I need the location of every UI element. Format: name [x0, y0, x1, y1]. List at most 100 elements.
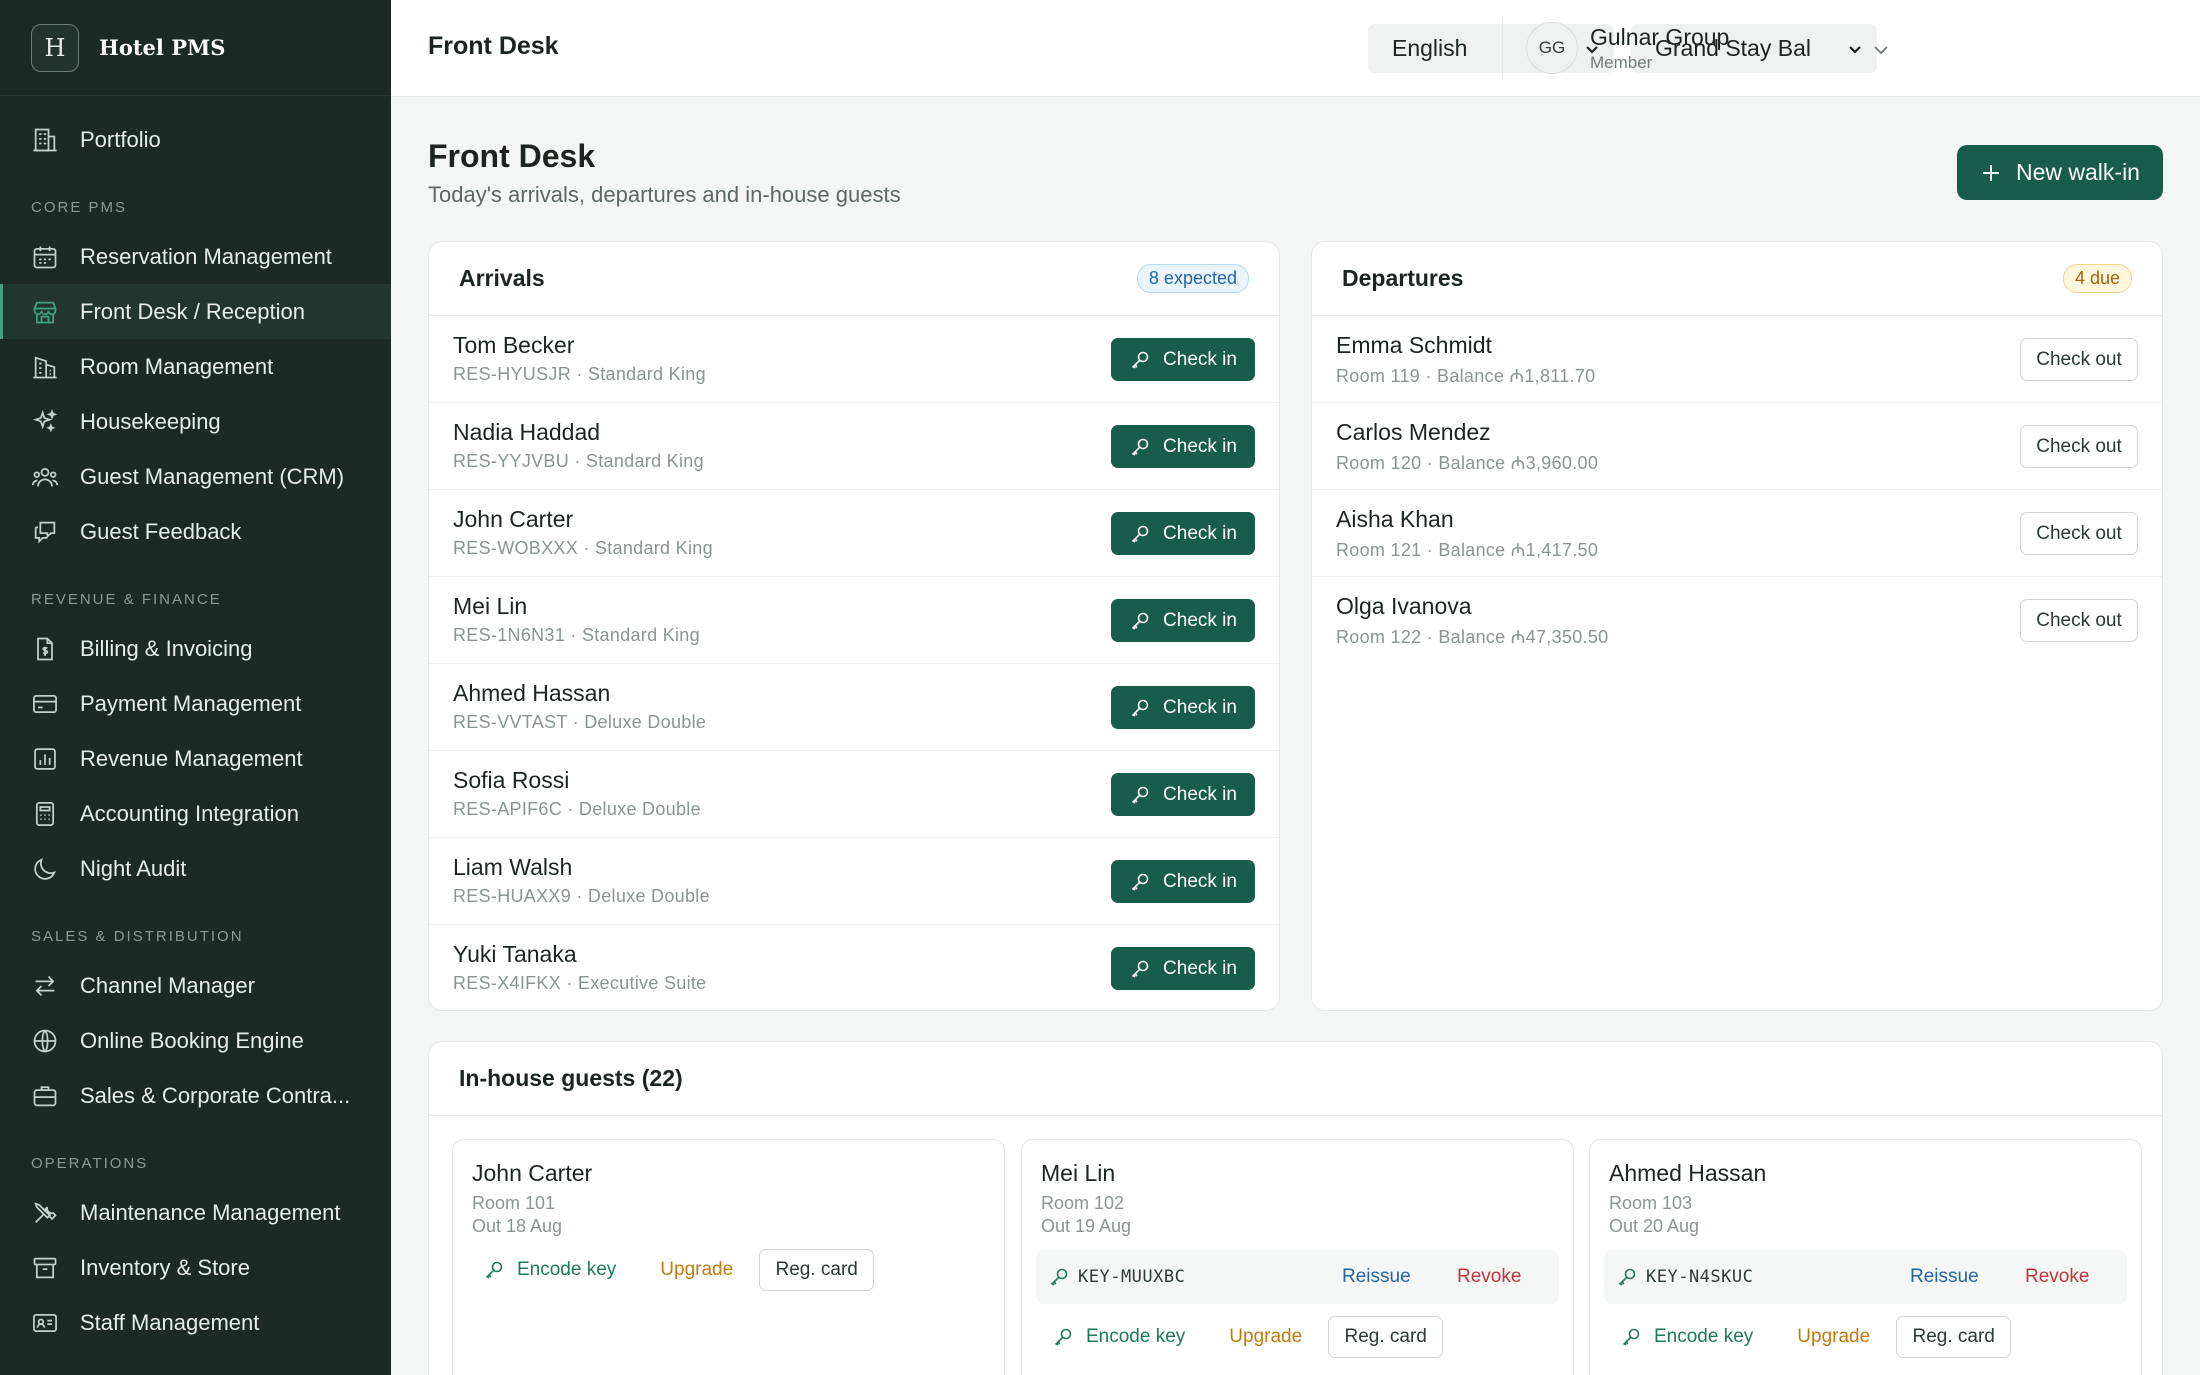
upgrade-button[interactable]: Upgrade: [632, 1259, 759, 1281]
nav-section-operations: OPERATIONS: [31, 1155, 149, 1172]
sidebar-item-label: Revenue Management: [80, 745, 303, 771]
check-in-label: Check in: [1163, 957, 1237, 979]
sidebar-item-portfolio[interactable]: Portfolio: [0, 112, 391, 167]
guest-name: Nadia Haddad: [453, 419, 601, 445]
language-select-value: English: [1392, 35, 1468, 61]
revoke-button[interactable]: Revoke: [1457, 1266, 1521, 1288]
departures-title: Departures: [1342, 265, 1464, 291]
sidebar-item-payment[interactable]: Payment Management: [0, 676, 391, 731]
reservation-detail: RES-1N6N31 · Standard King: [453, 625, 700, 645]
brand-logo: H: [31, 23, 79, 72]
sidebar-item-feedback[interactable]: Guest Feedback: [0, 504, 391, 559]
sidebar-item-nightaudit[interactable]: Night Audit: [0, 841, 391, 896]
revoke-button[interactable]: Revoke: [2025, 1266, 2089, 1288]
sidebar-item-label: Front Desk / Reception: [80, 298, 305, 324]
check-out-button[interactable]: Check out: [2020, 425, 2138, 468]
sidebar-item-reservation[interactable]: Reservation Management: [0, 229, 391, 284]
sidebar-item-frontdesk[interactable]: Front Desk / Reception: [0, 284, 391, 339]
avatar[interactable]: GG: [1526, 22, 1578, 74]
sidebar-item-booking[interactable]: Online Booking Engine: [0, 1013, 391, 1068]
arrival-row: Liam Walsh RES-HUAXX9 · Deluxe Double Ch…: [429, 838, 1279, 925]
sidebar-item-maintenance[interactable]: Maintenance Management: [0, 1185, 391, 1240]
key-icon: [1054, 1328, 1072, 1346]
check-in-button[interactable]: Check in: [1111, 599, 1255, 642]
sidebar-item-staff[interactable]: Staff Management: [0, 1295, 391, 1350]
reservation-detail: RES-HUAXX9 · Deluxe Double: [453, 886, 710, 906]
page-title: Front Desk: [428, 138, 596, 174]
users-icon: [31, 467, 59, 486]
moon-icon: [34, 857, 56, 880]
sidebar-item-room[interactable]: Room Management: [0, 339, 391, 394]
room-balance: Room 119 · Balance ₼1,811.70: [1336, 366, 1596, 386]
sidebar-item-crm[interactable]: Guest Management (CRM): [0, 449, 391, 504]
sidebar-item-inventory[interactable]: Inventory & Store: [0, 1240, 391, 1295]
guest-name: Aisha Khan: [1336, 506, 1454, 532]
brand[interactable]: H Hotel PMS: [0, 0, 391, 96]
arrival-row: Nadia Haddad RES-YYJVBU · Standard King …: [429, 403, 1279, 490]
check-out-button[interactable]: Check out: [2020, 338, 2138, 381]
sidebar-item-label: Payment Management: [80, 690, 302, 716]
arrivals-count-badge: 8 expected: [1136, 264, 1249, 293]
check-in-button[interactable]: Check in: [1111, 512, 1255, 555]
guest-name: Ahmed Hassan: [453, 680, 611, 706]
sidebar-item-label: Channel Manager: [80, 972, 255, 998]
key-icon: [1131, 873, 1149, 891]
reg-card-button[interactable]: Reg. card: [759, 1249, 875, 1291]
check-in-label: Check in: [1163, 348, 1237, 370]
sidebar-item-label: Accounting Integration: [80, 800, 299, 826]
reissue-button[interactable]: Reissue: [1342, 1266, 1411, 1288]
check-out-button[interactable]: Check out: [2020, 599, 2138, 642]
sidebar-item-label: Maintenance Management: [80, 1199, 341, 1225]
arrivals-title: Arrivals: [459, 265, 545, 291]
check-in-button[interactable]: Check in: [1111, 338, 1255, 381]
sidebar-item-accounting[interactable]: Accounting Integration: [0, 786, 391, 841]
check-in-button[interactable]: Check in: [1111, 947, 1255, 990]
key-icon: [1131, 786, 1149, 804]
key-icon: [485, 1261, 503, 1279]
guest-name: Tom Becker: [453, 332, 575, 358]
inhouse-guest-card[interactable]: John Carter Room 101 Out 18 Aug Encode k…: [452, 1139, 1005, 1375]
briefcase-icon: [33, 1085, 57, 1106]
upgrade-button[interactable]: Upgrade: [1769, 1326, 1896, 1348]
key-icon: [1622, 1328, 1640, 1346]
inhouse-guest-card[interactable]: Ahmed Hassan Room 103 Out 20 Aug KEY-N4S…: [1589, 1139, 2142, 1375]
room-key-row: KEY-N4SKUC Reissue Revoke: [1604, 1250, 2127, 1304]
document-dollar-icon: [37, 637, 53, 660]
departure-row: Aisha Khan Room 121 · Balance ₼1,417.50 …: [1312, 490, 2162, 577]
reg-card-button[interactable]: Reg. card: [1896, 1316, 2012, 1358]
sidebar-item-label: Guest Management (CRM): [80, 463, 345, 489]
key-icon: [1131, 960, 1149, 978]
sidebar-item-corporate[interactable]: Sales & Corporate Contra...: [0, 1068, 391, 1123]
sidebar-item-label: Billing & Invoicing: [80, 635, 253, 661]
sidebar-item-billing[interactable]: Billing & Invoicing: [0, 621, 391, 676]
check-in-button[interactable]: Check in: [1111, 860, 1255, 903]
check-in-label: Check in: [1163, 696, 1237, 718]
sidebar-item-channel[interactable]: Channel Manager: [0, 958, 391, 1013]
building-office-icon: [33, 355, 57, 378]
wrench-screwdriver-icon: [34, 1201, 57, 1223]
upgrade-button[interactable]: Upgrade: [1201, 1326, 1328, 1348]
chevron-down-icon[interactable]: [1872, 41, 1890, 59]
reissue-button[interactable]: Reissue: [1910, 1266, 1979, 1288]
check-in-button[interactable]: Check in: [1111, 773, 1255, 816]
sidebar-item-housekeeping[interactable]: Housekeeping: [0, 394, 391, 449]
inhouse-guest-card[interactable]: Mei Lin Room 102 Out 19 Aug KEY-MUUXBC R…: [1021, 1139, 1574, 1375]
check-in-button[interactable]: Check in: [1111, 425, 1255, 468]
arrivals-header: Arrivals 8 expected: [429, 242, 1279, 316]
encode-key-button[interactable]: Encode key: [467, 1259, 632, 1281]
check-in-label: Check in: [1163, 522, 1237, 544]
encode-key-button[interactable]: Encode key: [1604, 1326, 1769, 1348]
sidebar-item-revenue[interactable]: Revenue Management: [0, 731, 391, 786]
reg-card-button[interactable]: Reg. card: [1328, 1316, 1444, 1358]
topbar: Front Desk English Grand Stay Bal GG Gul…: [391, 0, 2200, 97]
check-out-button[interactable]: Check out: [2020, 512, 2138, 555]
check-in-button[interactable]: Check in: [1111, 686, 1255, 729]
arrival-row: Mei Lin RES-1N6N31 · Standard King Check…: [429, 577, 1279, 664]
new-walkin-button[interactable]: New walk-in: [1957, 145, 2163, 200]
guest-name: Emma Schmidt: [1336, 332, 1492, 358]
departure-row: Carlos Mendez Room 120 · Balance ₼3,960.…: [1312, 403, 2162, 490]
user-name[interactable]: Gulnar Group: [1590, 24, 1729, 51]
key-icon: [1131, 699, 1149, 717]
calculator-icon: [35, 801, 55, 826]
encode-key-button[interactable]: Encode key: [1036, 1326, 1201, 1348]
